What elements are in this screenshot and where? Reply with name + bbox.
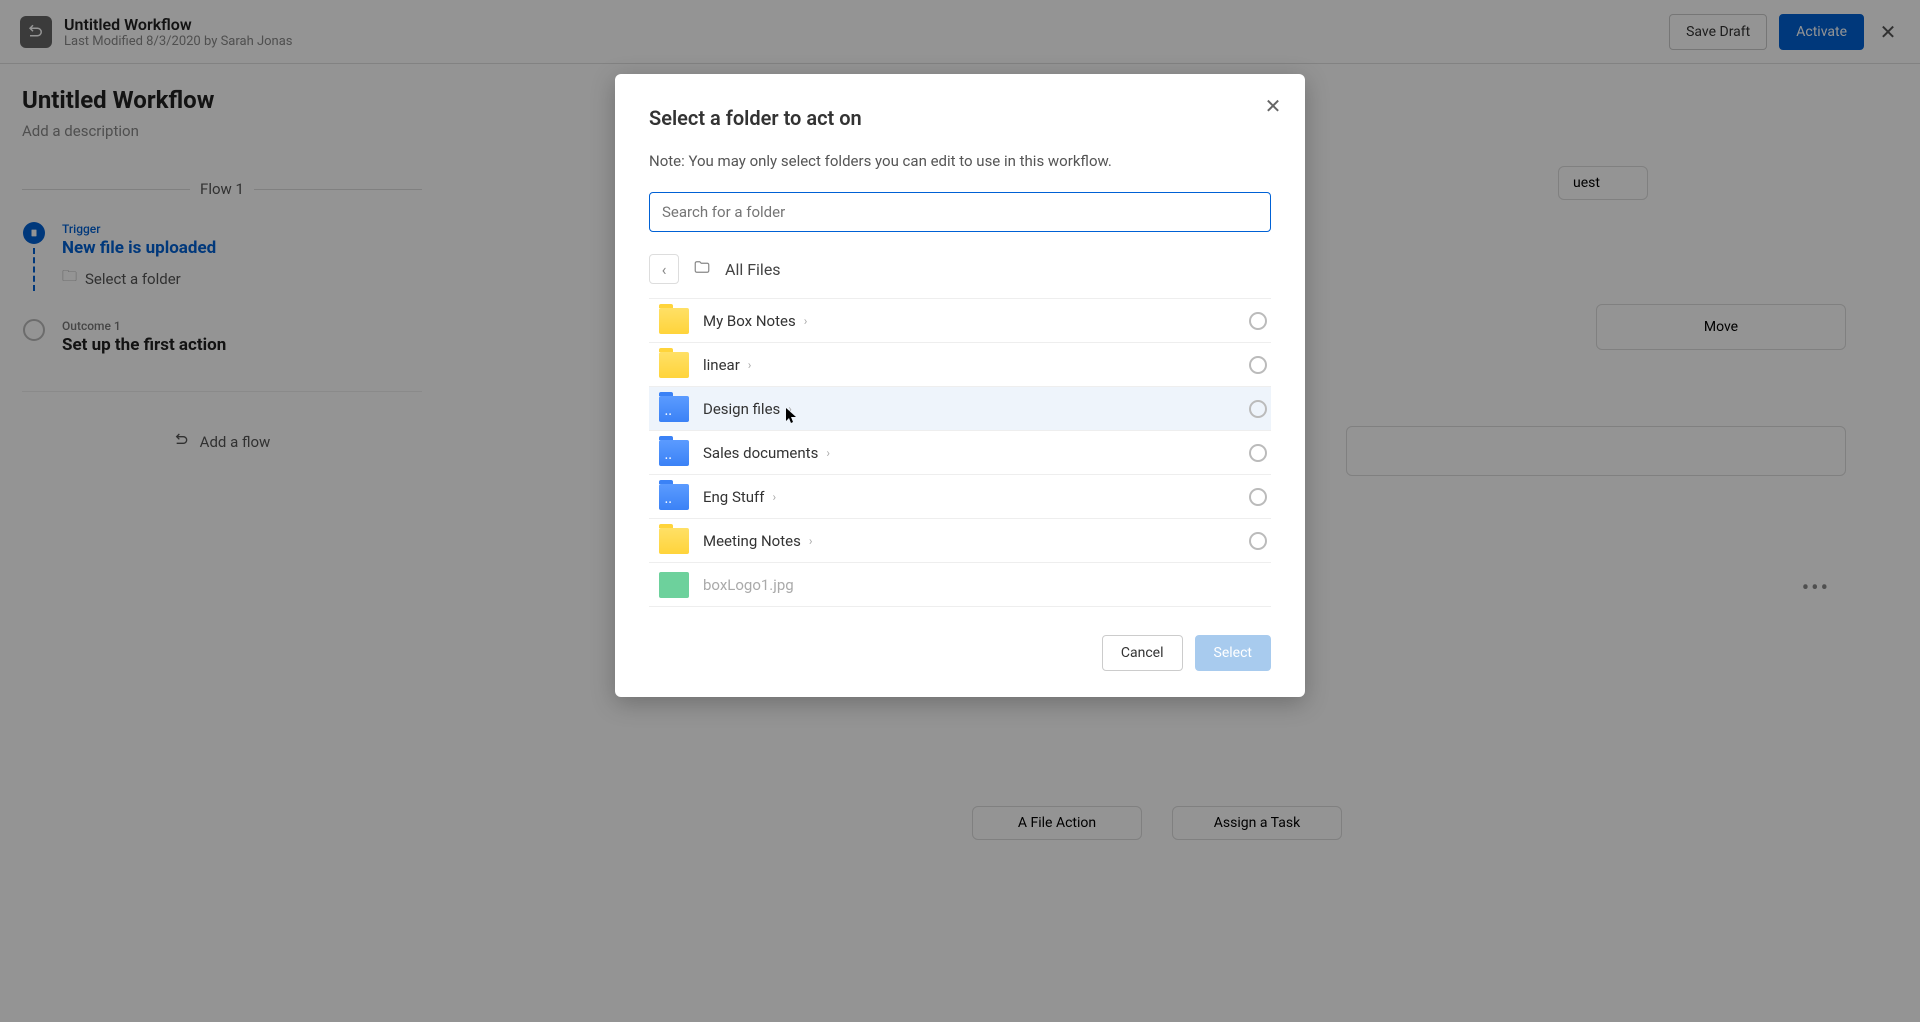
- folder-row[interactable]: Design files›: [649, 387, 1271, 431]
- image-file-icon: [659, 572, 689, 598]
- folder-row[interactable]: Eng Stuff›: [649, 475, 1271, 519]
- chevron-left-icon: ‹: [662, 260, 667, 279]
- folder-radio[interactable]: [1249, 356, 1267, 374]
- breadcrumb-label[interactable]: All Files: [725, 260, 781, 279]
- folder-search-input[interactable]: [649, 192, 1271, 232]
- shared-folder-icon: [659, 484, 689, 510]
- folder-radio[interactable]: [1249, 488, 1267, 506]
- folder-row[interactable]: My Box Notes›: [649, 299, 1271, 343]
- folder-radio[interactable]: [1249, 532, 1267, 550]
- modal-title: Select a folder to act on: [649, 106, 1271, 130]
- shared-folder-icon: [659, 440, 689, 466]
- folder-select-modal: ✕ Select a folder to act on Note: You ma…: [615, 74, 1305, 697]
- folder-name: My Box Notes›: [703, 312, 1249, 330]
- breadcrumb-back-button[interactable]: ‹: [649, 254, 679, 284]
- folder-list: My Box Notes› linear› Design files› Sales d…: [649, 299, 1271, 607]
- folder-icon: [659, 308, 689, 334]
- folder-outline-icon: [693, 258, 711, 280]
- select-button[interactable]: Select: [1195, 635, 1271, 671]
- cancel-button[interactable]: Cancel: [1102, 635, 1183, 671]
- chevron-right-icon: ›: [788, 402, 792, 416]
- folder-name: Sales documents›: [703, 444, 1249, 462]
- chevron-right-icon: ›: [772, 490, 776, 504]
- folder-name: Eng Stuff›: [703, 488, 1249, 506]
- folder-name: linear›: [703, 356, 1249, 374]
- folder-name: Meeting Notes›: [703, 532, 1249, 550]
- folder-radio[interactable]: [1249, 444, 1267, 462]
- folder-row: boxLogo1.jpg: [649, 563, 1271, 607]
- folder-row[interactable]: linear›: [649, 343, 1271, 387]
- folder-row[interactable]: Meeting Notes›: [649, 519, 1271, 563]
- modal-close-icon[interactable]: ✕: [1259, 92, 1287, 120]
- folder-icon: [659, 528, 689, 554]
- folder-icon: [659, 352, 689, 378]
- chevron-right-icon: ›: [809, 534, 813, 548]
- folder-radio[interactable]: [1249, 312, 1267, 330]
- shared-folder-icon: [659, 396, 689, 422]
- chevron-right-icon: ›: [826, 446, 830, 460]
- folder-radio[interactable]: [1249, 400, 1267, 418]
- breadcrumb: ‹ All Files: [649, 254, 1271, 299]
- folder-name: boxLogo1.jpg: [703, 576, 1267, 594]
- modal-note: Note: You may only select folders you ca…: [649, 152, 1271, 170]
- chevron-right-icon: ›: [804, 314, 808, 328]
- chevron-right-icon: ›: [748, 358, 752, 372]
- folder-row[interactable]: Sales documents›: [649, 431, 1271, 475]
- folder-name: Design files›: [703, 400, 1249, 418]
